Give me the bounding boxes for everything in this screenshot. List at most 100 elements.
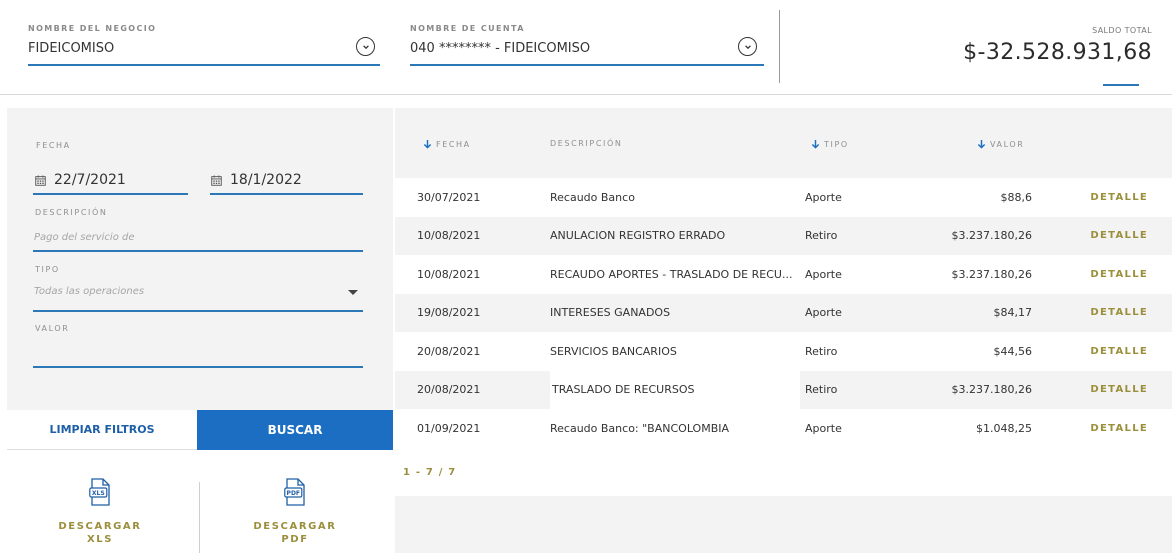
table-body: 30/07/2021 Recaudo Banco Aporte $88,6 DE…	[395, 178, 1172, 448]
type-filter-label: TIPO	[35, 265, 60, 274]
description-input[interactable]: Pago del servicio de	[34, 232, 135, 243]
cell-date: 20/08/2021	[417, 344, 481, 358]
table-row: 19/08/2021 INTERESES GANADOS Aporte $84,…	[395, 293, 1172, 333]
cell-value: $3.237.180,26	[951, 383, 1032, 397]
cell-value: $3.237.180,26	[951, 267, 1032, 281]
column-header-descripcion: DESCRIPCIÓN	[550, 139, 622, 148]
download-pdf-label-2: PDF	[281, 534, 309, 545]
table-row: 20/08/2021 SERVICIOS BANCARIOS Retiro $4…	[395, 332, 1172, 371]
cell-value: $44,56	[993, 344, 1033, 358]
pagination: 1 - 7 / 7	[395, 448, 1172, 496]
download-xls-label-1: DESCARGAR	[58, 521, 142, 532]
pdf-file-icon: PDF	[284, 478, 305, 506]
value-filter-label: VALOR	[35, 324, 70, 333]
description-underline	[33, 250, 363, 252]
value-underline	[33, 366, 363, 368]
business-underline	[28, 64, 380, 66]
column-header-fecha[interactable]: FECHA	[423, 139, 471, 149]
cell-value: $84,17	[993, 306, 1033, 320]
cell-date: 19/08/2021	[417, 306, 481, 320]
table-row: 10/08/2021 RECAUDO APORTES - TRASLADO DE…	[395, 255, 1172, 294]
column-header-tipo[interactable]: TIPO	[811, 139, 849, 149]
cell-description: TRASLADO DE RECURSOS	[550, 370, 800, 409]
balance-label: SALDO TOTAL	[1092, 26, 1152, 35]
cell-description: ANULACION REGISTRO ERRADO	[550, 229, 726, 243]
caret-down-icon[interactable]	[348, 290, 358, 295]
arrow-down-icon	[977, 139, 986, 149]
calendar-icon	[211, 174, 222, 186]
search-button[interactable]: BUSCAR	[197, 410, 393, 450]
arrow-down-icon	[423, 139, 432, 149]
balance-value: $-32.528.931,68	[963, 40, 1152, 65]
filter-panel: FECHA 22/7/2021 18/1/2022 DESCRIPCIÓN Pa…	[7, 108, 393, 410]
date-filter-label: FECHA	[36, 141, 71, 150]
detail-link[interactable]: DETALLE	[1070, 371, 1148, 410]
xls-badge: XLS	[92, 490, 105, 497]
detail-link[interactable]: DETALLE	[1070, 178, 1148, 217]
pdf-badge: PDF	[287, 490, 300, 497]
description-filter-label: DESCRIPCIÓN	[35, 208, 108, 217]
download-divider	[199, 482, 200, 553]
business-label: NOMBRE DEL NEGOCIO	[28, 24, 157, 33]
cell-date: 30/07/2021	[417, 190, 481, 204]
cell-value: $3.237.180,26	[951, 229, 1032, 243]
total-balance: SALDO TOTAL $-32.528.931,68	[963, 26, 1152, 65]
cell-date: 01/09/2021	[417, 421, 481, 435]
business-value[interactable]: FIDEICOMISO	[28, 41, 156, 56]
balance-underline	[1103, 84, 1139, 86]
xls-file-icon: XLS	[89, 478, 110, 506]
clear-filters-button[interactable]: LIMPIAR FILTROS	[7, 410, 197, 450]
cell-description: SERVICIOS BANCARIOS	[550, 344, 677, 358]
table-row: 10/08/2021 ANULACION REGISTRO ERRADO Ret…	[395, 216, 1172, 256]
date-to-value[interactable]: 18/1/2022	[230, 172, 302, 188]
date-to-underline	[210, 193, 363, 195]
column-header-valor-label: VALOR	[990, 139, 1025, 149]
account-value[interactable]: 040 ******** - FIDEICOMISO	[410, 41, 590, 56]
date-from-underline	[33, 193, 188, 195]
cell-date: 20/08/2021	[417, 383, 481, 397]
cell-type: Retiro	[805, 344, 838, 358]
type-select[interactable]: Todas las operaciones	[34, 286, 144, 297]
account-header: NOMBRE DEL NEGOCIO FIDEICOMISO NOMBRE DE…	[0, 0, 1172, 95]
detail-link[interactable]: DETALLE	[1070, 294, 1148, 333]
detail-link[interactable]: DETALLE	[1070, 332, 1148, 371]
column-header-descripcion-label: DESCRIPCIÓN	[550, 139, 623, 148]
business-chevron-down-icon[interactable]	[356, 37, 375, 56]
cell-date: 10/08/2021	[417, 267, 481, 281]
cell-type: Retiro	[805, 229, 838, 243]
cell-description: Recaudo Banco: "BANCOLOMBIA	[550, 421, 730, 435]
column-header-tipo-label: TIPO	[824, 139, 849, 149]
download-pdf-button[interactable]: PDF DESCARGAR PDF	[245, 478, 345, 546]
account-underline	[410, 64, 764, 66]
cell-type: Aporte	[805, 267, 842, 281]
account-chevron-down-icon[interactable]	[738, 37, 757, 56]
cell-type: Aporte	[805, 306, 842, 320]
business-selector[interactable]: NOMBRE DEL NEGOCIO FIDEICOMISO	[28, 24, 156, 56]
date-to-field[interactable]: 18/1/2022	[211, 172, 302, 188]
download-xls-button[interactable]: XLS DESCARGAR XLS	[50, 478, 150, 546]
account-label: NOMBRE DE CUENTA	[410, 24, 525, 33]
column-header-fecha-label: FECHA	[436, 139, 471, 149]
cell-description: Recaudo Banco	[550, 190, 635, 204]
cell-value: $88,6	[1000, 190, 1033, 204]
column-header-valor[interactable]: VALOR	[977, 139, 1024, 149]
detail-link[interactable]: DETALLE	[1070, 255, 1148, 294]
cell-description: INTERESES GANADOS	[550, 306, 671, 320]
cell-type: Aporte	[805, 421, 842, 435]
date-from-value[interactable]: 22/7/2021	[54, 172, 126, 188]
pagination-label: 1 - 7 / 7	[403, 467, 457, 478]
table-row: 01/09/2021 Recaudo Banco: "BANCOLOMBIA A…	[395, 409, 1172, 448]
date-from-field[interactable]: 22/7/2021	[35, 172, 126, 188]
transactions-table: FECHA DESCRIPCIÓN TIPO VALOR 30/07/2021 …	[395, 108, 1172, 553]
cell-type: Retiro	[805, 383, 838, 397]
table-row: 20/08/2021 TRASLADO DE RECURSOS Retiro $…	[395, 370, 1172, 410]
account-selector[interactable]: NOMBRE DE CUENTA 040 ******** - FIDEICOM…	[410, 24, 590, 56]
detail-link[interactable]: DETALLE	[1070, 217, 1148, 256]
cell-value: $1.048,25	[976, 421, 1032, 435]
detail-link[interactable]: DETALLE	[1070, 409, 1148, 448]
download-pdf-label-1: DESCARGAR	[253, 521, 337, 532]
download-xls-label-2: XLS	[86, 534, 114, 545]
cell-type: Aporte	[805, 190, 842, 204]
header-divider	[779, 10, 780, 83]
cell-date: 10/08/2021	[417, 229, 481, 243]
